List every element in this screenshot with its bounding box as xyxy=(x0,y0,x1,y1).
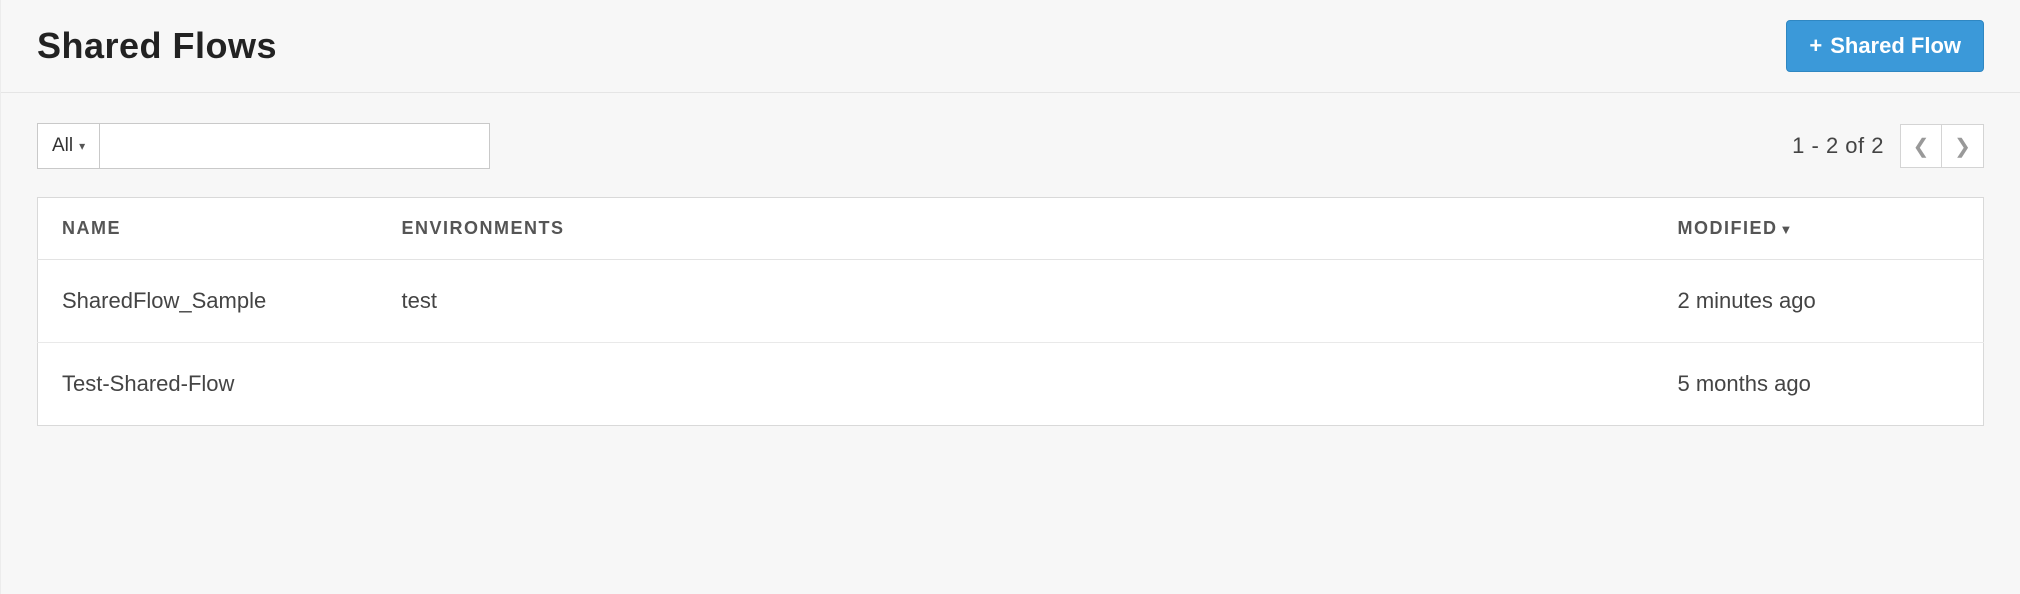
create-shared-flow-button[interactable]: + Shared Flow xyxy=(1786,20,1984,72)
table-row[interactable]: SharedFlow_Sample test 2 minutes ago xyxy=(38,260,1984,343)
column-header-name[interactable]: NAME xyxy=(38,198,378,260)
chevron-right-icon: ❯ xyxy=(1954,134,1971,159)
caret-down-icon: ▾ xyxy=(79,139,85,153)
cell-environments xyxy=(378,343,1654,426)
toolbar-right: 1 - 2 of 2 ❮ ❯ xyxy=(1792,124,1984,168)
column-header-name-label: NAME xyxy=(62,218,121,238)
search-input[interactable] xyxy=(100,123,490,169)
column-header-environments[interactable]: ENVIRONMENTS xyxy=(378,198,1654,260)
cell-environments: test xyxy=(378,260,1654,343)
column-header-environments-label: ENVIRONMENTS xyxy=(402,218,565,238)
cell-modified: 5 months ago xyxy=(1654,343,1984,426)
table-row[interactable]: Test-Shared-Flow 5 months ago xyxy=(38,343,1984,426)
content-area: All ▾ 1 - 2 of 2 ❮ ❯ xyxy=(1,93,2020,466)
filter-dropdown-label: All xyxy=(52,135,73,157)
cell-modified: 2 minutes ago xyxy=(1654,260,1984,343)
chevron-left-icon: ❮ xyxy=(1913,134,1930,159)
table-body: SharedFlow_Sample test 2 minutes ago Tes… xyxy=(38,260,1984,426)
column-header-modified-label: MODIFIED xyxy=(1678,218,1778,238)
shared-flows-page: Shared Flows + Shared Flow All ▾ 1 - 2 o… xyxy=(0,0,2020,594)
page-title: Shared Flows xyxy=(37,25,277,67)
shared-flows-table: NAME ENVIRONMENTS MODIFIED▼ SharedFlow_S… xyxy=(37,197,1984,426)
create-shared-flow-label: Shared Flow xyxy=(1830,33,1961,59)
next-page-button[interactable]: ❯ xyxy=(1942,124,1984,168)
column-header-modified[interactable]: MODIFIED▼ xyxy=(1654,198,1984,260)
filter-dropdown[interactable]: All ▾ xyxy=(37,123,100,169)
pagination-text: 1 - 2 of 2 xyxy=(1792,133,1884,159)
toolbar: All ▾ 1 - 2 of 2 ❮ ❯ xyxy=(37,123,1984,169)
plus-icon: + xyxy=(1809,35,1822,57)
sort-desc-icon: ▼ xyxy=(1780,222,1794,237)
cell-name: SharedFlow_Sample xyxy=(38,260,378,343)
page-header: Shared Flows + Shared Flow xyxy=(1,0,2020,93)
cell-name: Test-Shared-Flow xyxy=(38,343,378,426)
table-header: NAME ENVIRONMENTS MODIFIED▼ xyxy=(38,198,1984,260)
prev-page-button[interactable]: ❮ xyxy=(1900,124,1942,168)
pager: ❮ ❯ xyxy=(1900,124,1984,168)
toolbar-left: All ▾ xyxy=(37,123,490,169)
